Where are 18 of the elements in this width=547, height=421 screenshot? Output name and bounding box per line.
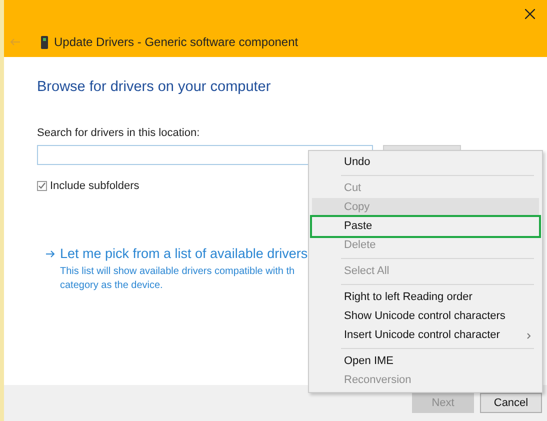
checkbox[interactable] — [37, 181, 47, 192]
link-description: This list will show available drivers compatible with th — [60, 265, 295, 279]
pick-driver-link[interactable]: Let me pick from a list of available drivers — [60, 244, 308, 264]
dialog-button[interactable]: Cancel — [480, 393, 542, 413]
menu-item[interactable]: Right to left Reading order — [312, 288, 539, 307]
menu-item[interactable]: Insert Unicode control character — [312, 326, 539, 345]
menu-item[interactable]: Undo — [312, 153, 539, 172]
checkbox-label: Include subfolders — [50, 179, 140, 194]
field-label: Search for drivers in this location: — [37, 126, 200, 141]
menu-item[interactable]: Open IME — [312, 352, 539, 371]
page-heading: Browse for drivers on your computer — [37, 78, 271, 97]
window-title: Update Drivers - Generic software component — [54, 34, 298, 51]
device-icon — [41, 36, 48, 48]
menu-item[interactable]: Show Unicode control characters — [312, 307, 539, 326]
menu-item[interactable]: Paste — [312, 217, 539, 236]
close-icon[interactable] — [525, 9, 535, 19]
arrow-icon — [46, 250, 55, 258]
link-description: category as the device. — [60, 279, 164, 293]
